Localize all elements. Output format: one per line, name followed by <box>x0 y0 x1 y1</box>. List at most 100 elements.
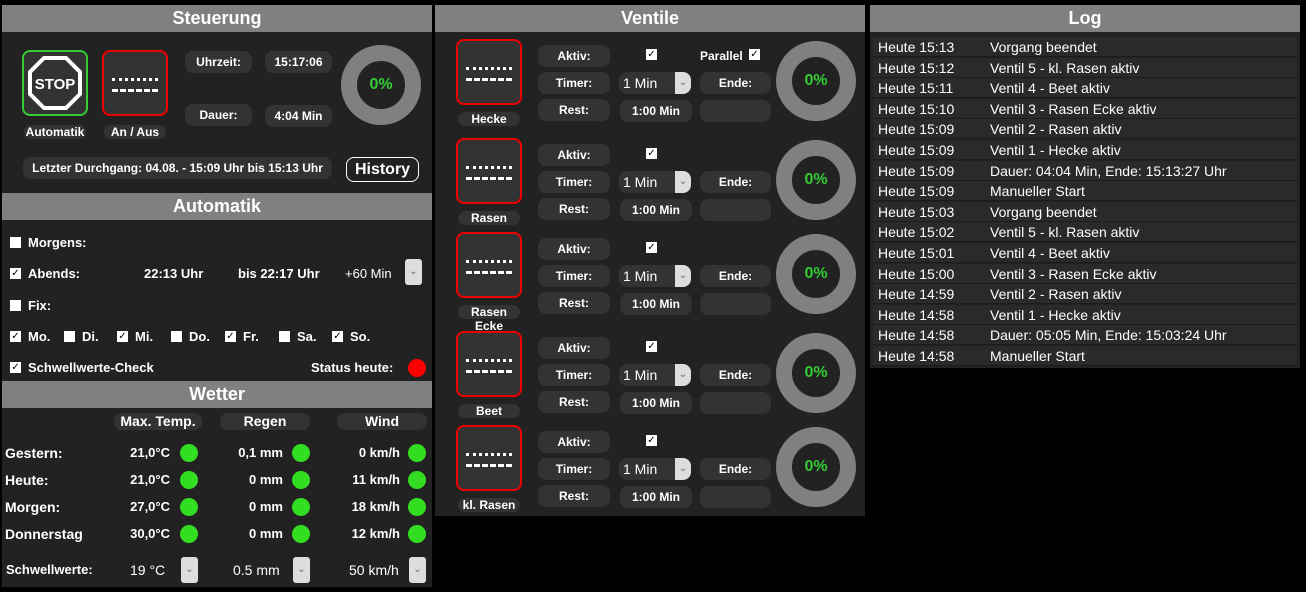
fix-label: Fix: <box>28 298 52 313</box>
an-aus-label: An / Aus <box>104 125 166 139</box>
day-checkbox-3[interactable] <box>171 331 182 342</box>
ende-value <box>700 486 771 508</box>
log-time: Heute 15:00 <box>878 265 955 282</box>
svg-text:STOP: STOP <box>35 76 76 93</box>
rest-label: Rest: <box>538 391 610 413</box>
timer-value: 1 Min <box>623 461 658 477</box>
temp-dropdown[interactable]: ⌄ <box>181 557 198 583</box>
timer-value: 1 Min <box>623 367 658 383</box>
day-checkbox-1[interactable] <box>64 331 75 342</box>
ende-label: Ende: <box>700 458 771 480</box>
log-entry: Heute 15:01 Ventil 4 - Beet aktiv <box>873 243 1297 263</box>
timer-select[interactable]: 1 Min ⌄ <box>619 458 691 480</box>
timer-select[interactable]: 1 Min ⌄ <box>619 265 691 287</box>
offset-dropdown[interactable]: ⌄ <box>405 259 422 285</box>
parallel-checkbox[interactable]: ✓ <box>749 49 760 60</box>
chevron-down-icon[interactable]: ⌄ <box>675 458 691 480</box>
wind-value: 11 km/h <box>352 472 400 487</box>
fix-checkbox[interactable] <box>10 300 21 311</box>
timer-select[interactable]: 1 Min ⌄ <box>619 171 691 193</box>
day-checkbox-2[interactable]: ✓ <box>117 331 128 342</box>
day-checkbox-5[interactable] <box>279 331 290 342</box>
status-ok-dot <box>292 471 310 489</box>
automatik-header: Automatik <box>2 193 432 220</box>
sprinkler-icon <box>466 166 512 180</box>
log-time: Heute 15:03 <box>878 203 955 220</box>
valve-name: kl. Rasen <box>458 498 520 512</box>
log-time: Heute 15:09 <box>878 162 955 179</box>
aktiv-label: Aktiv: <box>538 45 610 67</box>
wetter-col-header: Wind <box>337 413 427 430</box>
aktiv-checkbox[interactable]: ✓ <box>646 341 657 352</box>
valve-progress-donut: 0% <box>776 333 856 413</box>
wetter-header: Wetter <box>2 381 432 408</box>
valve-button-2[interactable] <box>456 232 522 298</box>
day-label-2: Mi. <box>135 329 154 344</box>
wetter-col-header: Regen <box>220 413 310 430</box>
valve-button-4[interactable] <box>456 425 522 491</box>
valve-button-3[interactable] <box>456 331 522 397</box>
status-ok-dot <box>408 444 426 462</box>
wind-dropdown[interactable]: ⌄ <box>409 557 426 583</box>
timer-select[interactable]: 1 Min ⌄ <box>619 72 691 94</box>
rest-value: 1:00 Min <box>620 486 692 508</box>
valve-button-0[interactable] <box>456 39 522 105</box>
valve-name: Rasen Ecke <box>458 305 520 333</box>
chevron-down-icon[interactable]: ⌄ <box>675 171 691 193</box>
chevron-down-icon[interactable]: ⌄ <box>675 364 691 386</box>
valve-button-1[interactable] <box>456 138 522 204</box>
status-ok-dot <box>180 471 198 489</box>
aktiv-checkbox[interactable]: ✓ <box>646 148 657 159</box>
automatik-label: Automatik <box>24 125 86 139</box>
schwellwerte-label: Schwellwerte: <box>6 562 93 577</box>
timer-select[interactable]: 1 Min ⌄ <box>619 364 691 386</box>
status-ok-dot <box>408 525 426 543</box>
automatik-button[interactable]: STOP <box>22 50 88 116</box>
valve-name: Beet <box>458 404 520 418</box>
rest-label: Rest: <box>538 99 610 121</box>
morgens-checkbox[interactable] <box>10 237 21 248</box>
letzter-durchgang: Letzter Durchgang: 04.08. - 15:09 Uhr bi… <box>23 157 332 179</box>
schwell-temp: 19 °C <box>130 562 166 578</box>
aktiv-checkbox[interactable]: ✓ <box>646 242 657 253</box>
wetter-row-label: Donnerstag <box>5 526 83 542</box>
status-ok-dot <box>292 498 310 516</box>
status-ok-dot <box>408 471 426 489</box>
rain-value: 0 mm <box>249 499 283 514</box>
day-label-6: So. <box>350 329 371 344</box>
status-heute-label: Status heute: <box>311 360 394 375</box>
rain-dropdown[interactable]: ⌄ <box>293 557 310 583</box>
schwellwerte-check-checkbox[interactable]: ✓ <box>10 362 21 373</box>
abends-checkbox[interactable]: ✓ <box>10 268 21 279</box>
ende-label: Ende: <box>700 265 771 287</box>
day-checkbox-0[interactable]: ✓ <box>10 331 21 342</box>
day-checkbox-6[interactable]: ✓ <box>332 331 343 342</box>
log-time: Heute 15:11 <box>878 80 954 97</box>
ende-label: Ende: <box>700 171 771 193</box>
valve-name: Hecke <box>458 112 520 126</box>
chevron-down-icon[interactable]: ⌄ <box>675 72 691 94</box>
wind-value: 0 km/h <box>358 445 400 460</box>
day-label-1: Di. <box>82 329 99 344</box>
status-ok-dot <box>180 444 198 462</box>
aktiv-checkbox[interactable]: ✓ <box>646 49 657 60</box>
chevron-down-icon[interactable]: ⌄ <box>675 265 691 287</box>
an-aus-button[interactable] <box>102 50 168 116</box>
aktiv-checkbox[interactable]: ✓ <box>646 435 657 446</box>
wetter-row-label: Heute: <box>5 472 49 488</box>
aktiv-label: Aktiv: <box>538 431 610 453</box>
log-time: Heute 15:09 <box>878 183 955 200</box>
schwell-wind: 50 km/h <box>349 562 399 578</box>
wetter-row-label: Gestern: <box>5 445 63 461</box>
ventile-header: Ventile <box>435 5 865 32</box>
status-ok-dot <box>180 525 198 543</box>
dauer-label: Dauer: <box>185 104 252 126</box>
rain-value: 0 mm <box>249 526 283 541</box>
day-checkbox-4[interactable]: ✓ <box>225 331 236 342</box>
log-time: Heute 14:58 <box>878 327 955 344</box>
history-button[interactable]: History <box>346 157 419 182</box>
timer-label: Timer: <box>538 458 610 480</box>
timer-label: Timer: <box>538 265 610 287</box>
timer-label: Timer: <box>538 171 610 193</box>
rain-value: 0,1 mm <box>238 445 283 460</box>
